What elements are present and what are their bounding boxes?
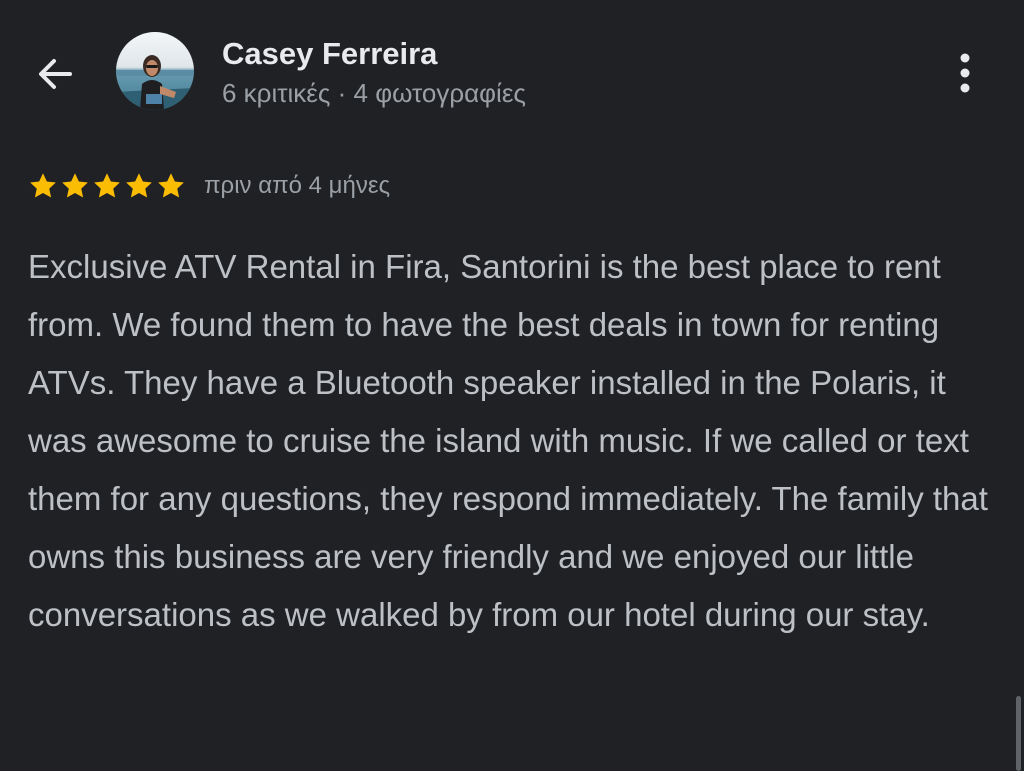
- star-icon: [94, 173, 120, 198]
- arrow-back-icon: [39, 59, 72, 89]
- more-vert-icon: [960, 53, 970, 93]
- review-text: Exclusive ATV Rental in Fira, Santorini …: [28, 248, 988, 633]
- more-options-button[interactable]: [940, 46, 990, 100]
- reviewer-name[interactable]: Casey Ferreira: [222, 36, 437, 72]
- review-time: πριν από 4 μήνες: [204, 172, 391, 199]
- reviewer-stats: 6 κριτικές · 4 φωτογραφίες: [222, 78, 526, 108]
- scrollbar-thumb[interactable]: [1016, 696, 1021, 771]
- rating-row: πριν από 4 μήνες: [28, 168, 390, 204]
- star-icon: [158, 173, 184, 198]
- reviewer-avatar[interactable]: [116, 32, 194, 110]
- avatar-photo: [116, 32, 194, 110]
- star-icon: [62, 173, 88, 198]
- back-button[interactable]: [30, 48, 82, 100]
- star-icon: [126, 173, 152, 198]
- star-rating: [28, 171, 186, 201]
- review-header: Casey Ferreira 6 κριτικές · 4 φωτογραφίε…: [0, 0, 1024, 150]
- star-icon: [30, 173, 56, 198]
